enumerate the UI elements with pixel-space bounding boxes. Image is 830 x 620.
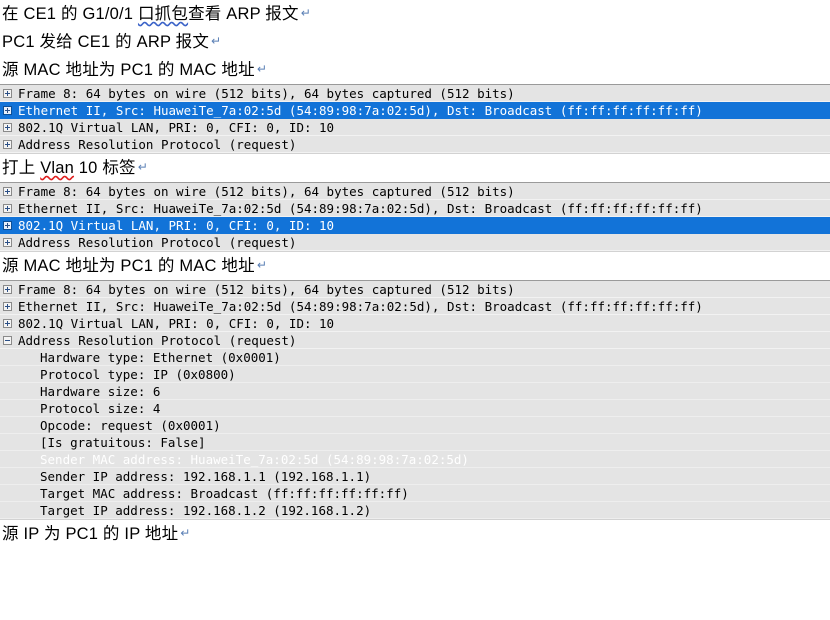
packet-detail-label: Frame 8: 64 bytes on wire (512 bits), 64… [18, 85, 515, 101]
plus-box-icon[interactable] [3, 318, 12, 328]
packet-detail-row[interactable]: Hardware type: Ethernet (0x0001) [0, 349, 830, 366]
text-paragraph-p6: 源 IP 为 PC1 的 IP 地址 ↵ [0, 520, 830, 548]
packet-detail-label: Opcode: request (0x0001) [40, 417, 221, 433]
packet-detail-row[interactable]: Target MAC address: Broadcast (ff:ff:ff:… [0, 485, 830, 502]
packet-detail-label: Address Resolution Protocol (request) [18, 136, 297, 152]
packet-detail-label: [Is gratuitous: False] [40, 434, 206, 450]
packet-detail-row[interactable]: Target IP address: 192.168.1.2 (192.168.… [0, 502, 830, 519]
packet-detail-row[interactable]: Address Resolution Protocol (request) [0, 332, 830, 349]
plus-box-icon[interactable] [3, 284, 12, 294]
packet-detail-label: Hardware type: Ethernet (0x0001) [40, 349, 281, 365]
text-paragraph-p2: PC1 发给 CE1 的 ARP 报文 ↵ [0, 28, 830, 56]
packet-detail-row[interactable]: Frame 8: 64 bytes on wire (512 bits), 64… [0, 85, 830, 102]
packet-detail-row[interactable]: Protocol type: IP (0x0800) [0, 366, 830, 383]
minus-box-icon[interactable] [3, 335, 12, 345]
packet-detail-label: Target MAC address: Broadcast (ff:ff:ff:… [40, 485, 409, 501]
packet-detail-label: Protocol type: IP (0x0800) [40, 366, 236, 382]
packet-detail-row[interactable]: Sender MAC address: HuaweiTe_7a:02:5d (5… [0, 451, 830, 468]
paragraph-mark-icon: ↵ [180, 526, 191, 540]
packet-detail-row[interactable]: 802.1Q Virtual LAN, PRI: 0, CFI: 0, ID: … [0, 217, 830, 234]
text-segment: 源 MAC 地址为 PC1 的 MAC 地址 [2, 257, 255, 275]
plus-box-icon[interactable] [3, 139, 12, 149]
packet-detail-pane-pane1: Frame 8: 64 bytes on wire (512 bits), 64… [0, 84, 830, 154]
packet-detail-row[interactable]: Hardware size: 6 [0, 383, 830, 400]
packet-detail-label: 802.1Q Virtual LAN, PRI: 0, CFI: 0, ID: … [18, 217, 335, 233]
text-segment: 口抓包 [137, 5, 189, 23]
packet-detail-row[interactable]: Sender IP address: 192.168.1.1 (192.168.… [0, 468, 830, 485]
plus-box-icon[interactable] [3, 237, 12, 247]
packet-detail-row[interactable]: Address Resolution Protocol (request) [0, 136, 830, 153]
packet-detail-label: Frame 8: 64 bytes on wire (512 bits), 64… [18, 281, 515, 297]
plus-box-icon[interactable] [3, 203, 12, 213]
packet-detail-row[interactable]: Ethernet II, Src: HuaweiTe_7a:02:5d (54:… [0, 200, 830, 217]
packet-detail-row[interactable]: Ethernet II, Src: HuaweiTe_7a:02:5d (54:… [0, 298, 830, 315]
text-segment: Vlan [40, 159, 75, 177]
packet-detail-label: Ethernet II, Src: HuaweiTe_7a:02:5d (54:… [18, 102, 703, 118]
packet-detail-label: Frame 8: 64 bytes on wire (512 bits), 64… [18, 183, 515, 199]
packet-detail-row[interactable]: Ethernet II, Src: HuaweiTe_7a:02:5d (54:… [0, 102, 830, 119]
plus-box-icon[interactable] [3, 186, 12, 196]
packet-detail-label: Target IP address: 192.168.1.2 (192.168.… [40, 502, 372, 518]
plus-box-icon[interactable] [3, 122, 12, 132]
text-segment: 10 标签 [74, 159, 136, 177]
packet-detail-row[interactable]: [Is gratuitous: False] [0, 434, 830, 451]
packet-detail-label: Address Resolution Protocol (request) [18, 332, 297, 348]
text-segment: 在 CE1 的 G1/0/1 [2, 5, 138, 23]
packet-detail-label: Protocol size: 4 [40, 400, 161, 416]
text-segment: PC1 发给 CE1 的 ARP 报文 [2, 33, 210, 51]
packet-detail-pane-pane2: Frame 8: 64 bytes on wire (512 bits), 64… [0, 182, 830, 252]
packet-detail-pane-pane3: Frame 8: 64 bytes on wire (512 bits), 64… [0, 280, 830, 520]
text-paragraph-p1: 在 CE1 的 G1/0/1 口抓包查看 ARP 报文 ↵ [0, 0, 830, 28]
packet-detail-row[interactable]: 802.1Q Virtual LAN, PRI: 0, CFI: 0, ID: … [0, 315, 830, 332]
paragraph-mark-icon: ↵ [137, 160, 149, 174]
paragraph-mark-icon: ↵ [256, 62, 268, 76]
packet-detail-label: 802.1Q Virtual LAN, PRI: 0, CFI: 0, ID: … [18, 315, 335, 331]
text-segment: 打上 [2, 159, 41, 177]
packet-detail-row[interactable]: Opcode: request (0x0001) [0, 417, 830, 434]
plus-box-icon[interactable] [3, 88, 12, 98]
packet-detail-row[interactable]: 802.1Q Virtual LAN, PRI: 0, CFI: 0, ID: … [0, 119, 830, 136]
text-segment: 查看 ARP 报文 [188, 5, 299, 23]
text-segment: 源 MAC 地址为 PC1 的 MAC 地址 [2, 61, 255, 79]
text-paragraph-p4: 打上 Vlan 10 标签 ↵ [0, 154, 830, 182]
packet-detail-row[interactable]: Frame 8: 64 bytes on wire (512 bits), 64… [0, 281, 830, 298]
plus-box-icon[interactable] [3, 220, 12, 230]
packet-detail-label: Sender IP address: 192.168.1.1 (192.168.… [40, 468, 372, 484]
packet-detail-label: Sender MAC address: HuaweiTe_7a:02:5d (5… [40, 451, 469, 467]
paragraph-mark-icon: ↵ [300, 6, 311, 20]
packet-detail-label: Address Resolution Protocol (request) [18, 234, 297, 250]
packet-detail-label: Ethernet II, Src: HuaweiTe_7a:02:5d (54:… [18, 298, 703, 314]
packet-detail-row[interactable]: Frame 8: 64 bytes on wire (512 bits), 64… [0, 183, 830, 200]
text-paragraph-p3: 源 MAC 地址为 PC1 的 MAC 地址 ↵ [0, 56, 830, 84]
packet-detail-label: Hardware size: 6 [40, 383, 161, 399]
paragraph-mark-icon: ↵ [256, 258, 268, 272]
plus-box-icon[interactable] [3, 301, 12, 311]
document-body: 在 CE1 的 G1/0/1 口抓包查看 ARP 报文 ↵ PC1 发给 CE1 的… [0, 0, 830, 548]
packet-detail-label: Ethernet II, Src: HuaweiTe_7a:02:5d (54:… [18, 200, 703, 216]
packet-detail-row[interactable]: Protocol size: 4 [0, 400, 830, 417]
packet-detail-row[interactable]: Address Resolution Protocol (request) [0, 234, 830, 251]
plus-box-icon[interactable] [3, 105, 12, 115]
text-segment: 源 IP 为 PC1 的 IP 地址 [2, 525, 179, 543]
paragraph-mark-icon: ↵ [211, 34, 222, 48]
text-paragraph-p5: 源 MAC 地址为 PC1 的 MAC 地址 ↵ [0, 252, 830, 280]
packet-detail-label: 802.1Q Virtual LAN, PRI: 0, CFI: 0, ID: … [18, 119, 335, 135]
